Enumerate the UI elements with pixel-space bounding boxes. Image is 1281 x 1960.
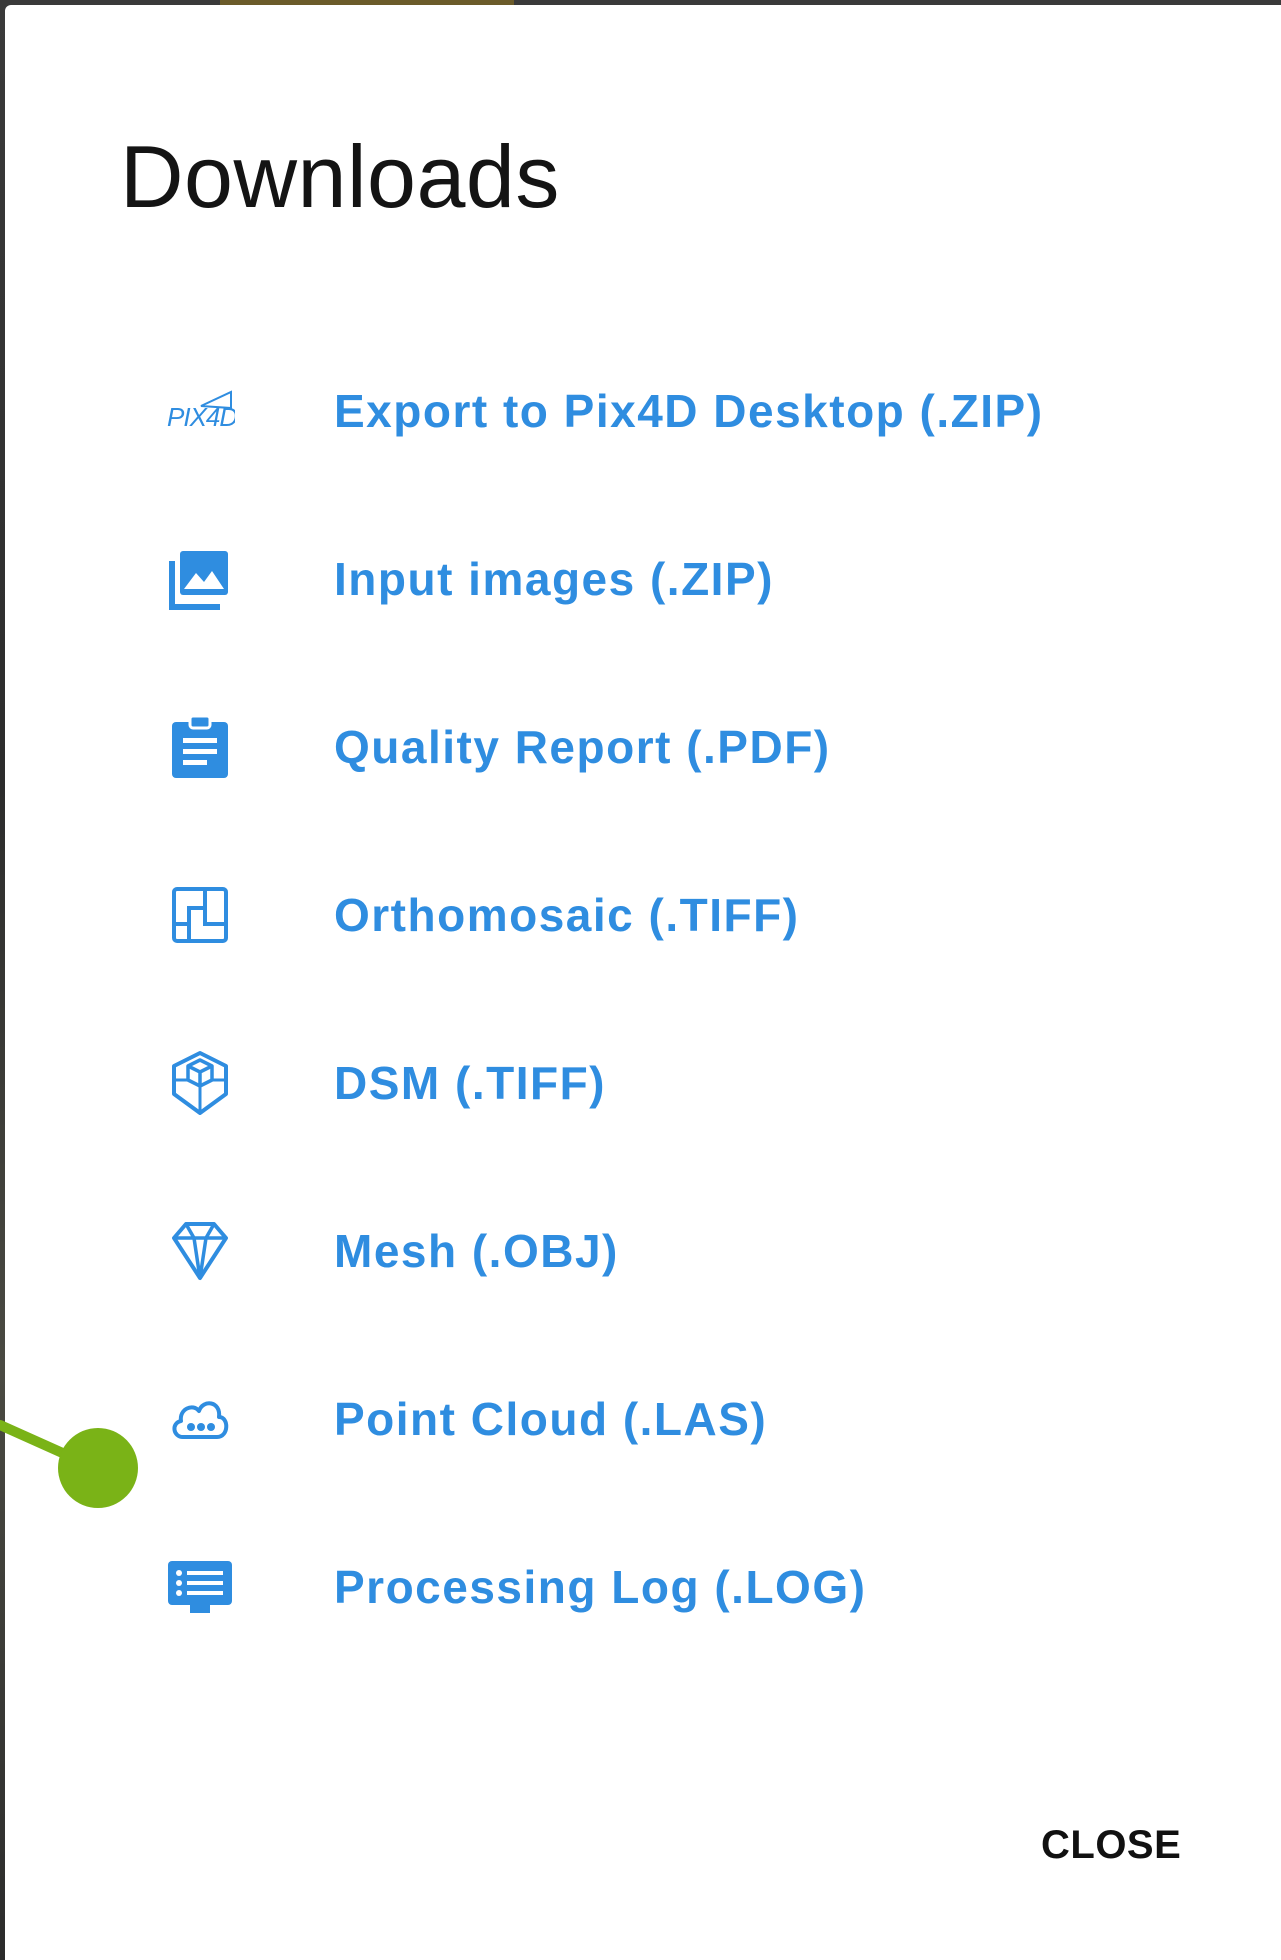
orthomosaic-icon	[165, 880, 235, 950]
download-item-orthomosaic[interactable]: Orthomosaic (.TIFF)	[5, 831, 1281, 999]
download-item-label: Input images (.ZIP)	[334, 553, 774, 605]
download-item-label: Point Cloud (.LAS)	[334, 1393, 768, 1445]
download-item-pix4d-desktop[interactable]: PIX4D Export to Pix4D Desktop (.ZIP)	[5, 327, 1281, 495]
close-button[interactable]: CLOSE	[1033, 1817, 1189, 1874]
download-item-processing-log[interactable]: Processing Log (.LOG)	[5, 1503, 1281, 1671]
download-item-mesh[interactable]: Mesh (.OBJ)	[5, 1167, 1281, 1335]
download-item-point-cloud[interactable]: Point Cloud (.LAS)	[5, 1335, 1281, 1503]
download-item-dsm[interactable]: DSM (.TIFF)	[5, 999, 1281, 1167]
pix4d-logo-icon: PIX4D	[165, 376, 235, 446]
clipboard-report-icon	[165, 712, 235, 782]
download-item-label: Quality Report (.PDF)	[334, 721, 831, 773]
mesh-diamond-icon	[165, 1216, 235, 1286]
download-item-quality-report[interactable]: Quality Report (.PDF)	[5, 663, 1281, 831]
processing-log-icon	[165, 1552, 235, 1622]
downloads-dialog: Downloads PIX4D Export to Pix4D Desktop …	[5, 5, 1281, 1960]
download-item-label: Export to Pix4D Desktop (.ZIP)	[334, 385, 1044, 437]
download-item-input-images[interactable]: Input images (.ZIP)	[5, 495, 1281, 663]
dialog-title: Downloads	[120, 127, 560, 226]
download-item-label: Mesh (.OBJ)	[334, 1225, 619, 1277]
download-item-label: DSM (.TIFF)	[334, 1057, 606, 1109]
point-cloud-icon	[165, 1384, 235, 1454]
download-item-label: Processing Log (.LOG)	[334, 1561, 867, 1613]
download-item-label: Orthomosaic (.TIFF)	[334, 889, 800, 941]
dsm-cube-icon	[165, 1048, 235, 1118]
image-collection-icon	[165, 544, 235, 614]
